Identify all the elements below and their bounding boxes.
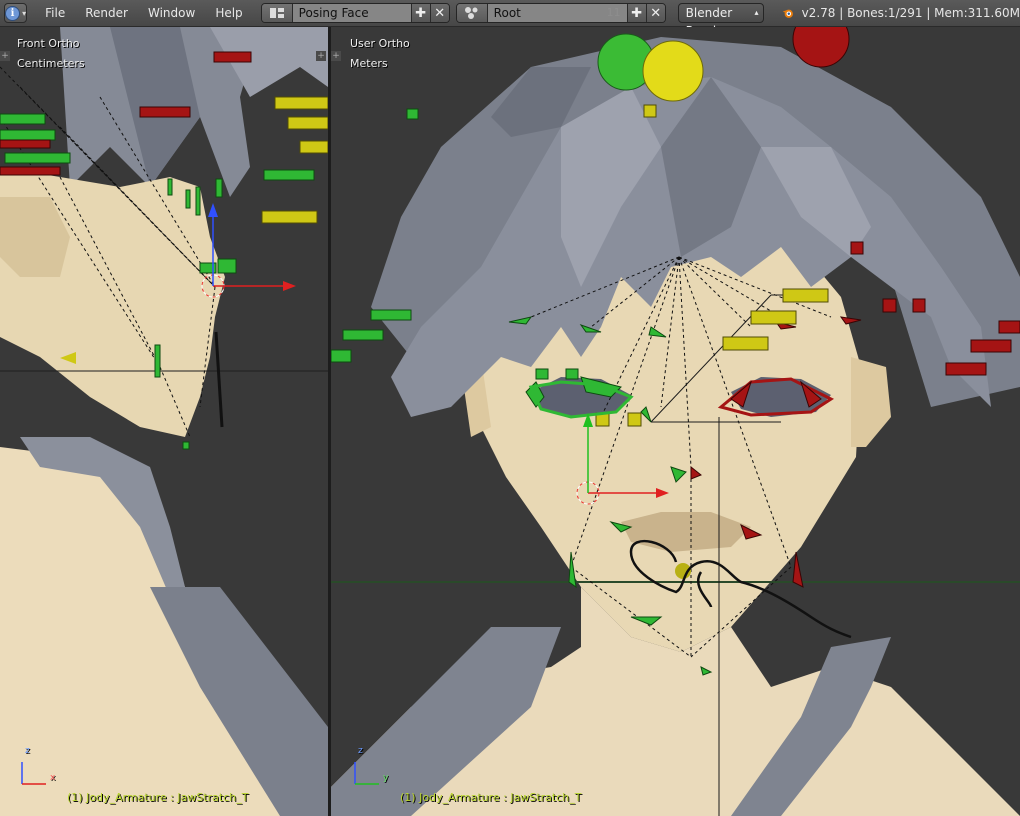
menu-window[interactable]: Window [138, 0, 205, 27]
axis-y-label: y [383, 773, 389, 783]
axis-z-label: z [25, 746, 30, 756]
scene-icon[interactable] [456, 4, 488, 22]
viewport-front-ortho[interactable]: + + Front Ortho Centimeters z x (1) Jody… [0, 27, 328, 816]
menu-file[interactable]: File [35, 0, 75, 27]
units-label: Meters [350, 57, 388, 70]
screen-layout-selector: Posing Face ✚ ✕ [260, 3, 450, 23]
view-name-label: User Ortho [350, 37, 410, 50]
remove-screen-icon[interactable]: ✕ [429, 4, 449, 22]
active-object-label: (1) Jody_Armature : JawStratch_T [400, 791, 582, 804]
render-engine-select[interactable]: Blender Render ▴▾ [677, 3, 765, 38]
scene-selector: Root 11 ✚ ✕ [455, 3, 666, 23]
units-label: Centimeters [17, 57, 85, 70]
remove-scene-icon[interactable]: ✕ [645, 4, 665, 22]
screen-layout-name[interactable]: Posing Face [292, 4, 411, 22]
header-bar: i ▾ File Render Window Help Posing Face … [0, 0, 1020, 38]
main-menu: File Render Window Help [35, 0, 253, 27]
viewport-corner-right-icon[interactable]: + [316, 51, 326, 61]
status-info: v2.78 | Bones:1/291 | Mem:311.60M [801, 6, 1020, 20]
info-icon: i [5, 5, 21, 21]
scene-name[interactable]: Root [487, 4, 601, 22]
axis-z-label: z [358, 746, 363, 756]
viewport-user-ortho[interactable]: + User Ortho Meters z y (1) Jody_Armatur… [331, 27, 1020, 816]
editor-type-button[interactable]: i ▾ [4, 3, 28, 23]
menu-render[interactable]: Render [75, 0, 138, 27]
axis-x-label: x [50, 773, 56, 783]
viewport-corner-left-icon[interactable]: + [331, 51, 341, 61]
menu-help[interactable]: Help [205, 0, 252, 27]
add-screen-icon[interactable]: ✚ [410, 4, 430, 22]
user-ortho-scene [331, 27, 1020, 816]
view-name-label: Front Ortho [17, 37, 80, 50]
viewport-corner-left-icon[interactable]: + [0, 51, 10, 61]
front-ortho-scene [0, 27, 328, 816]
add-scene-icon[interactable]: ✚ [626, 4, 646, 22]
screen-layout-icon[interactable] [261, 4, 293, 22]
scene-users-count: 11 [600, 4, 627, 22]
blender-logo-icon [783, 9, 794, 18]
active-object-label: (1) Jody_Armature : JawStratch_T [67, 791, 249, 804]
chevron-down-icon: ▾ [22, 8, 27, 18]
